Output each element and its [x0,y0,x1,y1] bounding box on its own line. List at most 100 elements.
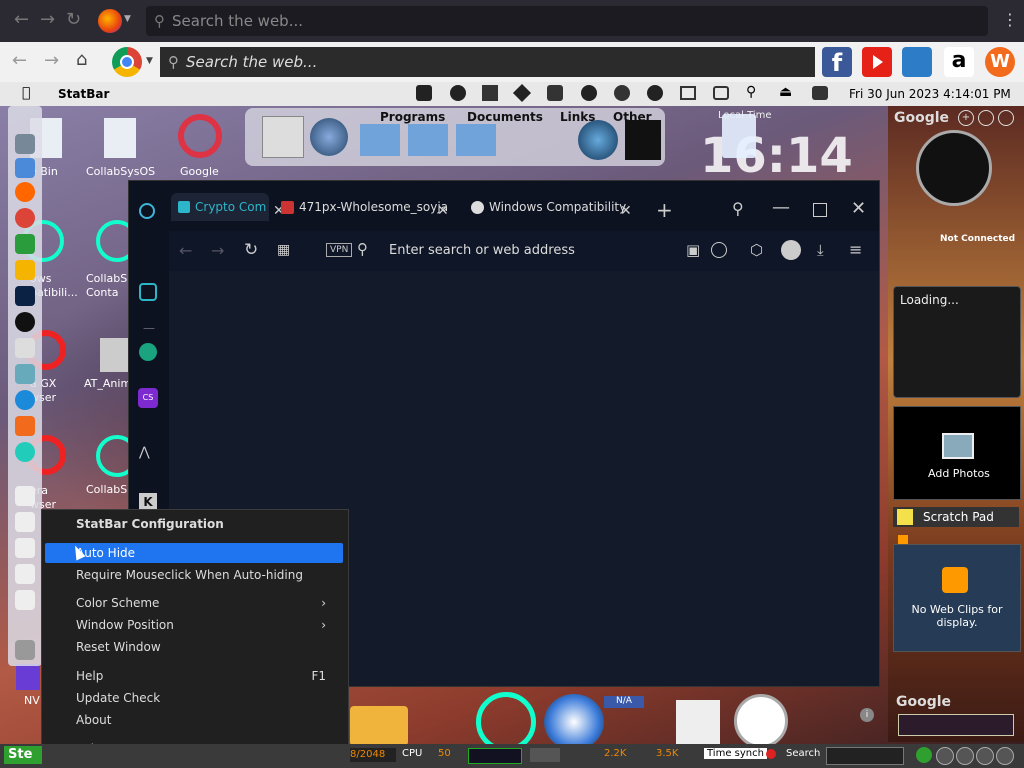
settings-icon[interactable] [996,747,1014,765]
menu-item-auto-hide[interactable]: Auto Hide [45,543,343,563]
new-tab-icon[interactable]: + [656,198,673,222]
window-icon[interactable] [15,538,35,558]
folder-icon[interactable] [15,158,35,178]
desktop-icon-label[interactable]: AT_Anim [84,377,131,390]
shirt-icon[interactable] [625,120,661,160]
notion-icon[interactable] [416,85,432,101]
dock-item-programs[interactable]: Programs [380,110,445,124]
chevron-down-icon[interactable] [978,110,994,126]
photos-gadget[interactable]: Add Photos [893,406,1021,500]
search-icon[interactable]: ⚲ [746,84,756,100]
menu-item-help[interactable]: Help [76,666,103,686]
tab-crypto[interactable]: Crypto Com [171,193,269,221]
firefox-logo-icon[interactable] [98,9,122,33]
apple-icon[interactable]:  [22,85,30,101]
wikipedia-icon[interactable] [581,85,597,101]
tab-wholesome[interactable]: 471px-Wholesome_soyja [281,193,451,221]
desktop-icon-label[interactable]: NV [24,694,40,707]
chrome-icon[interactable] [15,208,35,228]
start-button[interactable]: Ste [4,746,42,764]
tray-icon[interactable] [450,85,466,101]
power-icon[interactable] [936,747,954,765]
status-icon[interactable] [916,747,932,763]
tray-icon[interactable] [614,85,630,101]
app-name[interactable]: StatBar [58,87,109,101]
reload-icon[interactable]: ↻ [66,9,81,30]
address-input[interactable]: Enter search or web address [389,243,575,258]
app-icon[interactable] [15,338,35,358]
menu-item-update-check[interactable]: Update Check [76,688,160,708]
aria-icon[interactable]: ⋀ [139,445,150,460]
app-icon[interactable] [15,390,35,410]
desktop-icon-label[interactable]: CollabS Conta [86,272,127,300]
app-icon[interactable] [15,234,35,254]
cs-icon[interactable]: CS [138,388,158,408]
tray-icon[interactable] [482,85,498,101]
folder-icon[interactable] [408,124,448,156]
tabs-grid-icon[interactable]: ▦ [277,242,290,258]
menu-item-about[interactable]: About [76,710,111,730]
forward-icon[interactable]: → [211,241,224,260]
opera-icon[interactable] [476,692,536,752]
windows-logo-icon[interactable] [544,694,604,750]
recycle-bin-icon[interactable] [722,114,756,158]
close-icon[interactable]: ✕ [620,203,632,219]
tray-icon[interactable] [547,85,563,101]
google-search-input[interactable] [898,714,1014,736]
back-icon[interactable]: ← [179,241,192,260]
desktop-icon-label[interactable]: CollabS [86,483,127,496]
folder-icon[interactable] [456,124,496,156]
opera-logo-icon[interactable] [139,203,155,219]
trash-icon[interactable] [15,640,35,660]
close-window-icon[interactable]: ✕ [851,198,866,219]
dock-item-documents[interactable]: Documents [467,110,543,124]
vpn-badge[interactable]: VPN [326,243,353,257]
analog-clock[interactable] [916,130,992,206]
window-icon[interactable] [15,564,35,584]
menu-kebab-icon[interactable]: ⋮ [1002,10,1018,29]
app-icon[interactable] [15,312,35,332]
recycle-bin-icon[interactable] [676,700,720,746]
w-app-icon[interactable] [15,416,35,436]
menu-item-color-scheme[interactable]: Color Scheme [76,593,159,613]
google-icon[interactable] [178,114,222,158]
file-icon[interactable] [104,118,136,158]
tab-windows-compat[interactable]: Windows Compatibility [471,193,626,221]
firefox-icon[interactable] [15,182,35,202]
w-app-icon[interactable]: W [985,47,1015,77]
globe-icon[interactable] [578,120,618,160]
app-icon[interactable] [15,260,35,280]
maximize-icon[interactable] [813,203,827,217]
globe-icon[interactable] [310,118,348,156]
photoshop-icon[interactable] [15,286,35,306]
app-icon[interactable] [16,664,40,690]
window-icon[interactable] [15,512,35,532]
ram-meter[interactable]: 8/2048 [350,748,396,762]
facebook-icon[interactable]: f [822,47,852,77]
menu-item-reset-window[interactable]: Reset Window [76,637,161,657]
scratch-pad-gadget[interactable]: Scratch Pad [893,507,1019,527]
record-icon[interactable] [766,749,776,759]
more-icon[interactable] [998,110,1014,126]
tray-icon[interactable] [512,83,532,103]
folder-icon[interactable] [262,116,304,158]
desktop-icon-label[interactable]: CollabSysOS [86,165,155,178]
eject-icon[interactable]: ⏏ [779,84,792,100]
settings-menu-icon[interactable]: ≡ [849,240,862,259]
reload-icon[interactable]: ↻ [244,240,258,260]
web-clips-gadget[interactable]: No Web Clips for display. [893,544,1021,652]
camera-icon[interactable]: ▣ [686,241,700,259]
forward-icon[interactable]: → [44,50,59,71]
chatgpt-icon[interactable] [139,343,157,361]
avatar[interactable] [781,240,801,260]
forward-icon[interactable]: → [40,9,55,30]
check-circle-icon[interactable] [711,242,727,258]
calculator-icon[interactable] [100,338,130,372]
search-input[interactable]: ⚲ Search the web... [160,47,815,77]
launcher-icon[interactable] [15,134,35,154]
minimize-icon[interactable]: — [772,197,790,218]
desktop-icon-label[interactable]: Google [180,165,219,178]
opera-icon[interactable] [15,442,35,462]
statbar-search-input[interactable] [826,747,904,765]
back-icon[interactable]: ← [14,9,29,30]
